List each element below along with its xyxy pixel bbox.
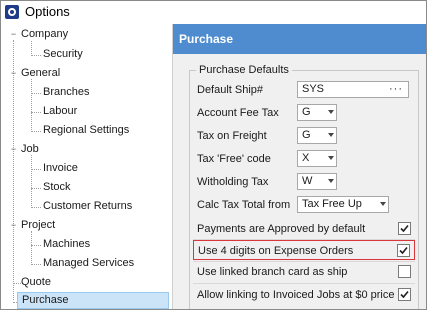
calc-tax-total-label: Calc Tax Total from [197, 199, 291, 211]
collapse-project-toggle[interactable]: − [9, 217, 18, 234]
panel-header: Purchase [173, 24, 426, 54]
tree-connector-line [31, 169, 41, 170]
witholding-tax-label: Witholding Tax [197, 176, 269, 188]
payments-approved-checkbox[interactable] [398, 222, 411, 235]
invoiced-jobs-option[interactable]: Allow linking to Invoiced Jobs at $0 pri… [193, 285, 415, 305]
tree-connector-line [31, 207, 41, 208]
purchase-settings-panel: Purchase Purchase Defaults Default Ship#… [172, 24, 426, 309]
tree-item-company[interactable]: Company [21, 26, 68, 43]
tax-free-code-select[interactable]: X [297, 150, 337, 167]
account-fee-tax-label: Account Fee Tax [197, 107, 279, 119]
tree-connector-line [13, 283, 21, 284]
collapse-company-toggle[interactable]: − [9, 26, 18, 43]
linked-branch-checkbox[interactable] [398, 265, 411, 278]
tree-connector-line [31, 55, 41, 56]
tree-item-regional-settings[interactable]: Regional Settings [43, 122, 129, 139]
account-fee-tax-value: G [302, 106, 311, 118]
chevron-down-icon [328, 133, 334, 137]
checkmark-icon [399, 246, 408, 255]
payments-approved-label: Payments are Approved by default [197, 223, 366, 235]
default-ship-value: SYS [302, 83, 325, 95]
witholding-tax-value: W [302, 175, 313, 187]
calc-tax-total-value: Tax Free Up [302, 198, 362, 210]
four-digits-option[interactable]: Use 4 digits on Expense Orders [193, 240, 415, 260]
tree-item-security[interactable]: Security [43, 46, 83, 63]
title-bar: Options [1, 1, 426, 23]
calc-tax-total-select[interactable]: Tax Free Up [297, 196, 389, 213]
tree-item-customer-returns[interactable]: Customer Returns [43, 198, 132, 215]
tree-item-branches[interactable]: Branches [43, 84, 89, 101]
tree-item-job[interactable]: Job [21, 141, 39, 158]
invoiced-jobs-label: Allow linking to Invoiced Jobs at $0 pri… [197, 289, 395, 301]
app-logo-icon [5, 5, 19, 19]
tree-item-project[interactable]: Project [21, 217, 55, 234]
chevron-down-icon [328, 156, 334, 160]
payments-approved-option[interactable]: Payments are Approved by default [193, 219, 415, 239]
window-title: Options [25, 4, 70, 19]
tax-free-code-label: Tax 'Free' code [197, 153, 271, 165]
tax-on-freight-select[interactable]: G [297, 127, 337, 144]
tree-item-managed-services[interactable]: Managed Services [43, 255, 134, 272]
tree-connector-line [31, 131, 41, 132]
default-ship-field[interactable]: SYS ··· [297, 81, 409, 98]
options-tree: − Company Security − General Branches La… [1, 24, 171, 309]
tax-free-code-value: X [302, 152, 310, 164]
tree-connector-line [31, 188, 41, 189]
chevron-down-icon [328, 179, 334, 183]
four-digits-label: Use 4 digits on Expense Orders [198, 245, 354, 257]
tree-item-labour[interactable]: Labour [43, 103, 77, 120]
options-window: Options − Company Security − General Bra… [0, 0, 427, 310]
tree-connector-line [31, 93, 41, 94]
tax-on-freight-value: G [302, 129, 311, 141]
four-digits-checkbox[interactable] [397, 244, 410, 257]
divider [193, 283, 415, 284]
witholding-tax-select[interactable]: W [297, 173, 337, 190]
tree-connector-line [31, 231, 32, 263]
account-fee-tax-select[interactable]: G [297, 104, 337, 121]
checkmark-icon [400, 290, 409, 299]
tree-connector-line [31, 79, 32, 130]
linked-branch-label: Use linked branch card as ship [197, 266, 348, 278]
linked-branch-option[interactable]: Use linked branch card as ship [193, 262, 415, 282]
default-ship-label: Default Ship# [197, 84, 264, 96]
chevron-down-icon [328, 110, 334, 114]
tree-item-invoice[interactable]: Invoice [43, 160, 78, 177]
tree-connector-line [31, 245, 41, 246]
invoiced-jobs-checkbox[interactable] [398, 288, 411, 301]
checkmark-icon [400, 224, 409, 233]
browse-button[interactable]: ··· [389, 82, 403, 96]
group-title: Purchase Defaults [196, 64, 292, 76]
tree-item-machines[interactable]: Machines [43, 236, 90, 253]
tax-on-freight-label: Tax on Freight [197, 130, 267, 142]
collapse-job-toggle[interactable]: − [9, 141, 18, 158]
tree-item-general[interactable]: General [21, 65, 60, 82]
collapse-general-toggle[interactable]: − [9, 65, 18, 82]
tree-item-purchase[interactable]: Purchase [17, 292, 169, 309]
tree-connector-line [31, 264, 41, 265]
chevron-down-icon [380, 202, 386, 206]
tree-connector-line [31, 112, 41, 113]
tree-connector-line [31, 155, 32, 206]
tree-item-stock[interactable]: Stock [43, 179, 71, 196]
tree-item-quote[interactable]: Quote [21, 274, 51, 291]
